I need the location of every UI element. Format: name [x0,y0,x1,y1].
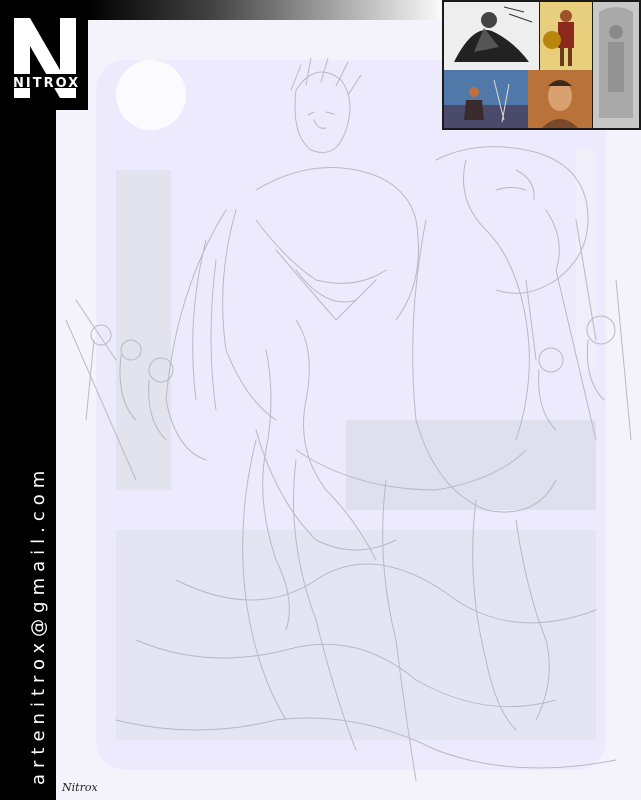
sidebar: artenitrox@gmail.com [0,0,56,800]
top-gradient-bar [88,0,448,20]
ref-roman-soldier-color[interactable] [540,2,592,70]
brand-name: NITROX [13,76,81,91]
sketch-panel-left-bar [116,170,171,490]
logo[interactable]: NITROX [0,0,88,110]
sketch-panel-right-block [346,420,596,510]
contact-email[interactable]: artenitrox@gmail.com [28,465,49,785]
sketch-canvas [65,57,632,781]
ref-bust-portrait[interactable] [528,70,592,128]
artist-signature: Nitrox [62,781,98,794]
sketch-sun-circle [116,60,186,130]
ref-warrior-on-horse[interactable] [444,2,539,70]
ref-battle-scene[interactable] [444,70,528,128]
reference-images-panel [442,0,641,130]
ref-stone-relief[interactable] [593,2,639,128]
sketch-panel-bottom-block [116,530,596,740]
